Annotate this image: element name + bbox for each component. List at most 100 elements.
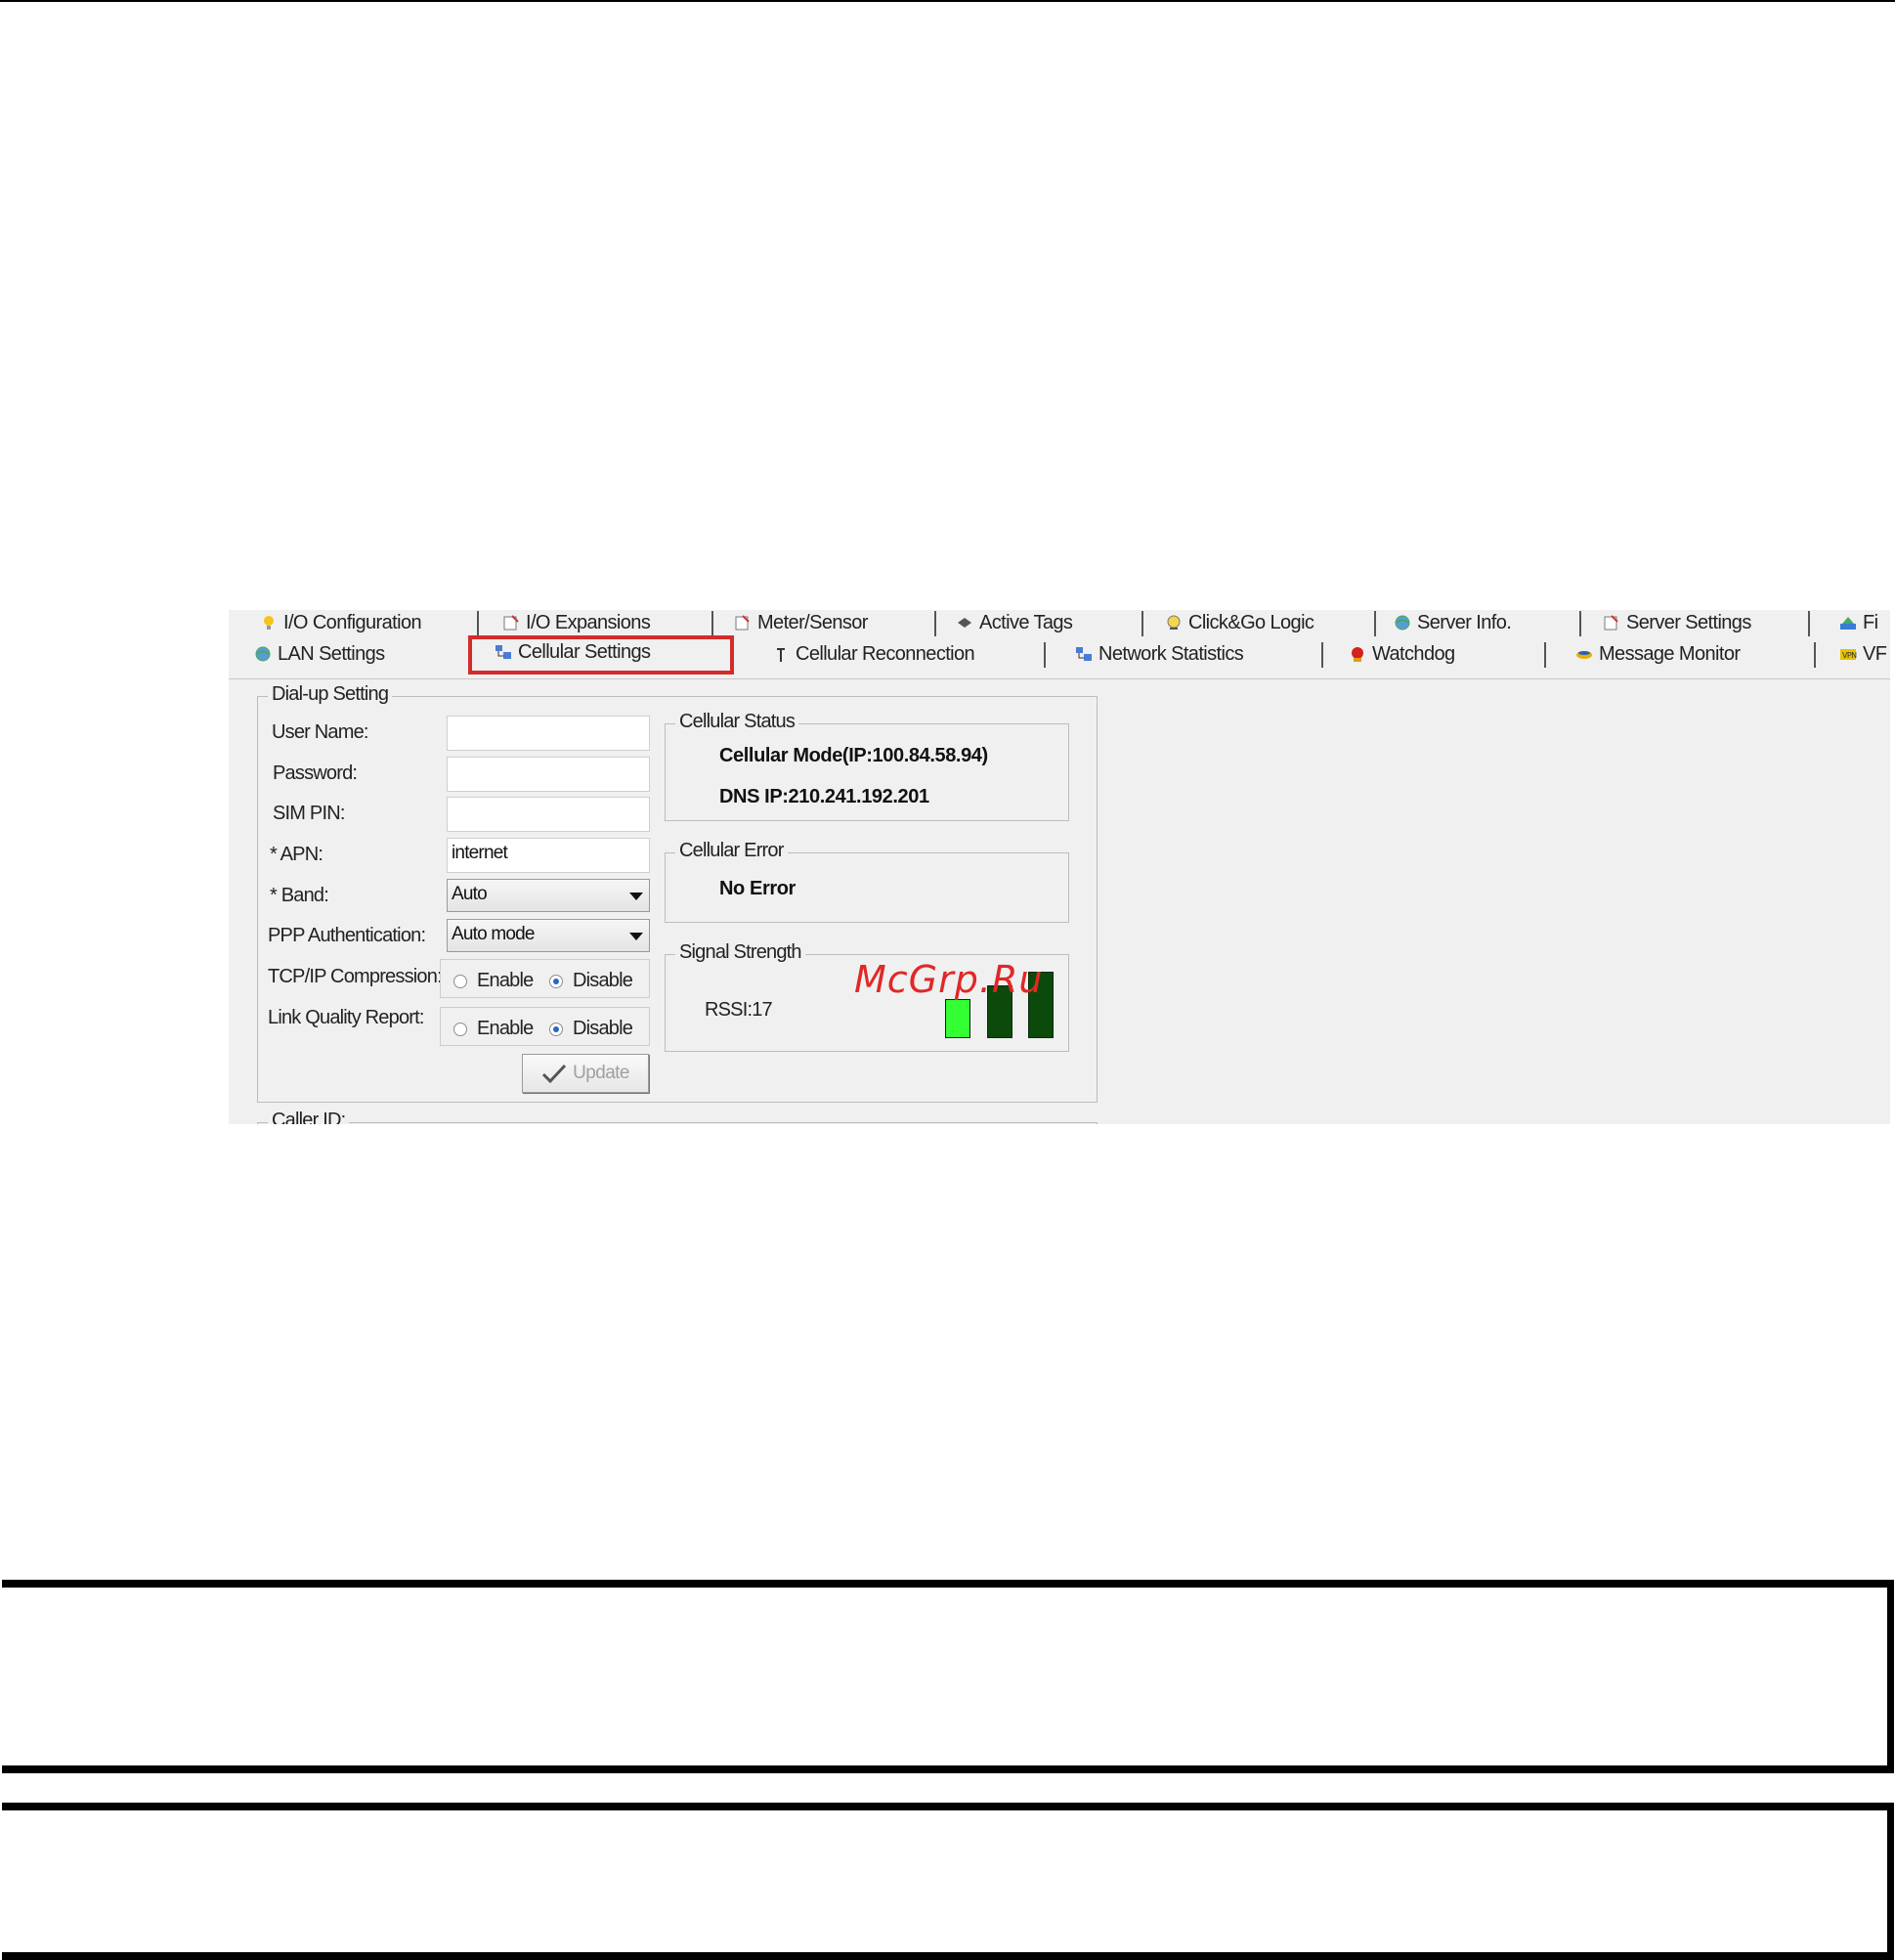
band-label: * Band: xyxy=(270,885,329,906)
cellular-mode-text: Cellular Mode(IP:100.84.58.94) xyxy=(719,745,988,766)
tcpip-enable-radio[interactable]: Enable xyxy=(453,970,534,992)
settings-screenshot: I/O Configuration I/O Expansions Meter/S… xyxy=(229,610,1890,1124)
network-icon xyxy=(1076,647,1092,661)
update-button-label: Update xyxy=(573,1063,629,1083)
tab-meter-sensor[interactable]: Meter/Sensor xyxy=(734,610,868,635)
tab-label: Fi xyxy=(1863,611,1878,633)
tab-bar: I/O Configuration I/O Expansions Meter/S… xyxy=(229,610,1890,679)
apn-input[interactable]: internet xyxy=(447,838,650,873)
tab-label: Active Tags xyxy=(979,611,1073,633)
cellular-error-title: Cellular Error xyxy=(675,840,788,862)
tab-separator xyxy=(1814,642,1816,668)
server-settings-icon xyxy=(1604,615,1618,631)
dialup-setting-title: Dial-up Setting xyxy=(268,683,393,706)
caller-id-title: Caller ID: xyxy=(268,1110,350,1124)
tab-separator xyxy=(1321,642,1323,668)
tab-server-info[interactable]: Server Info. xyxy=(1394,610,1512,635)
update-button[interactable]: Update xyxy=(522,1054,649,1093)
tab-active-tags[interactable]: Active Tags xyxy=(956,610,1073,635)
tab-click-go-logic[interactable]: Click&Go Logic xyxy=(1165,610,1314,635)
tab-server-settings[interactable]: Server Settings xyxy=(1603,610,1751,635)
tab-label: Click&Go Logic xyxy=(1188,611,1314,633)
radio-selected-icon xyxy=(549,1022,563,1036)
radio-label: Disable xyxy=(573,970,633,991)
tcpip-disable-radio[interactable]: Disable xyxy=(549,970,633,992)
tab-vpn[interactable]: VPN VF xyxy=(1839,641,1887,667)
sim-pin-input[interactable] xyxy=(447,797,650,832)
antenna-icon xyxy=(777,648,785,662)
link-quality-report-label: Link Quality Report: xyxy=(268,1007,424,1028)
user-name-label: User Name: xyxy=(272,721,369,743)
watchdog-icon xyxy=(1352,647,1363,662)
tab-separator xyxy=(477,611,479,636)
chevron-down-icon xyxy=(629,933,643,940)
tab-label: Server Info. xyxy=(1417,611,1512,633)
tab-label: I/O Expansions xyxy=(526,611,651,633)
tab-separator xyxy=(1808,611,1810,636)
band-select[interactable]: Auto xyxy=(447,879,650,912)
band-value: Auto xyxy=(452,884,488,904)
tab-separator xyxy=(934,611,936,636)
radio-icon xyxy=(453,1022,467,1036)
note-frame-2 xyxy=(2,1803,1894,1960)
rssi-text: RSSI:17 xyxy=(705,999,773,1021)
user-name-input[interactable] xyxy=(447,716,650,751)
cellular-error-text: No Error xyxy=(719,878,796,899)
tcpip-compression-group: Enable Disable xyxy=(440,959,650,998)
tab-lan-settings[interactable]: LAN Settings xyxy=(254,641,385,667)
tab-separator xyxy=(1544,642,1546,668)
tab-separator xyxy=(1579,611,1581,636)
tab-watchdog[interactable]: Watchdog xyxy=(1349,641,1455,667)
note-frame-1 xyxy=(2,1580,1894,1773)
tab-label: Network Statistics xyxy=(1098,642,1244,665)
tab-label: I/O Configuration xyxy=(283,611,422,633)
checkmark-icon xyxy=(542,1064,567,1084)
tcpip-compression-label: TCP/IP Compression: xyxy=(268,966,443,987)
svg-text:VPN: VPN xyxy=(1842,651,1857,660)
top-rule xyxy=(0,0,1895,2)
tab-message-monitor[interactable]: Message Monitor xyxy=(1575,641,1741,667)
tab-label: Server Settings xyxy=(1626,611,1751,633)
radio-selected-icon xyxy=(549,974,563,988)
ppp-authentication-label: PPP Authentication: xyxy=(268,925,426,946)
lqr-disable-radio[interactable]: Disable xyxy=(549,1018,633,1040)
globe-icon xyxy=(255,646,271,662)
signal-strength-title: Signal Strength xyxy=(675,941,805,964)
tab-separator xyxy=(711,611,713,636)
message-icon xyxy=(1576,651,1592,659)
vpn-icon: VPN xyxy=(1840,649,1857,660)
cellular-status-title: Cellular Status xyxy=(675,711,799,733)
globe-icon xyxy=(1395,615,1410,631)
lqr-enable-radio[interactable]: Enable xyxy=(453,1018,534,1040)
sim-pin-label: SIM PIN: xyxy=(273,803,345,824)
meter-icon xyxy=(735,615,750,631)
firmware-icon xyxy=(1840,617,1856,630)
caller-id-group: Caller ID: xyxy=(257,1110,1098,1124)
apn-label: * APN: xyxy=(270,844,323,865)
tab-label: Cellular Reconnection xyxy=(796,642,975,665)
lightbulb-icon xyxy=(264,616,274,630)
tab-label: Meter/Sensor xyxy=(757,611,868,633)
tab-network-statistics[interactable]: Network Statistics xyxy=(1075,641,1244,667)
radio-label: Enable xyxy=(477,970,534,991)
radio-icon xyxy=(453,974,467,988)
tab-firmware[interactable]: Fi xyxy=(1839,610,1878,635)
active-tags-icon xyxy=(958,618,971,628)
tab-cellular-reconnection[interactable]: Cellular Reconnection xyxy=(772,641,975,667)
radio-label: Enable xyxy=(477,1018,534,1039)
signal-bar-1 xyxy=(945,999,970,1038)
ppp-authentication-value: Auto mode xyxy=(452,924,536,944)
tab-io-expansions[interactable]: I/O Expansions xyxy=(502,610,651,635)
tab-separator xyxy=(1141,611,1143,636)
link-quality-report-group: Enable Disable xyxy=(440,1007,650,1046)
password-input[interactable] xyxy=(447,757,650,792)
tab-label: VF xyxy=(1863,642,1887,665)
password-label: Password: xyxy=(273,762,358,784)
logic-icon xyxy=(1167,615,1181,630)
ppp-authentication-select[interactable]: Auto mode xyxy=(447,919,650,952)
dns-ip-text: DNS IP:210.241.192.201 xyxy=(719,786,929,807)
tab-label: LAN Settings xyxy=(278,642,385,665)
tab-io-configuration[interactable]: I/O Configuration xyxy=(260,610,422,635)
radio-label: Disable xyxy=(573,1018,633,1039)
io-expansion-icon xyxy=(503,615,519,631)
